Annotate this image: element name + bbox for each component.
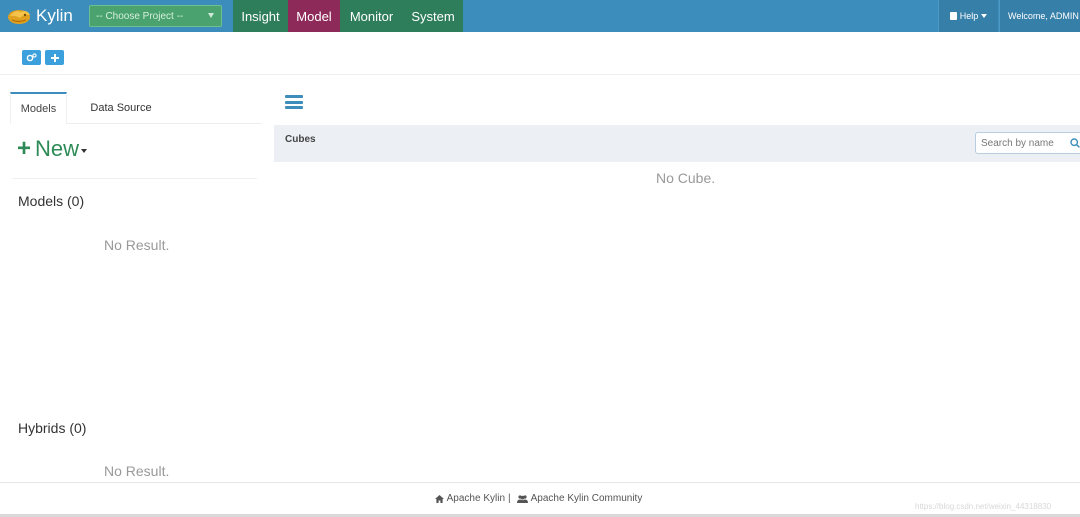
nav-system[interactable]: System — [403, 0, 463, 32]
hamburger-bar — [285, 100, 303, 104]
cubes-header: Cubes — [274, 125, 1080, 162]
search-icon[interactable] — [1070, 138, 1080, 148]
hybrids-section-title: Hybrids (0) — [18, 420, 87, 436]
main-nav: Insight Model Monitor System — [233, 0, 463, 32]
user-menu[interactable]: Welcome, ADMIN — [999, 0, 1080, 32]
top-navbar: Kylin -- Choose Project -- Insight Model… — [0, 0, 1080, 32]
plus-icon: + — [17, 135, 32, 162]
watermark-text: https://blog.csdn.net/weixin_44318830 — [915, 502, 1052, 511]
caret-down-icon — [981, 14, 988, 18]
book-icon — [949, 12, 957, 20]
hybrids-empty-message: No Result. — [104, 463, 170, 479]
menu-toggle-icon[interactable] — [285, 95, 303, 109]
models-section-title: Models (0) — [18, 193, 85, 209]
footer-link-apache-kylin[interactable]: Apache Kylin — [447, 493, 505, 504]
new-button-label: New — [35, 136, 80, 161]
caret-down-icon — [81, 149, 88, 153]
add-button[interactable] — [45, 50, 64, 65]
cube-search — [975, 132, 1080, 154]
project-select-value: -- Choose Project -- — [96, 10, 184, 22]
cubes-empty-message: No Cube. — [656, 170, 716, 186]
hamburger-bar — [285, 106, 303, 109]
model-toolbar — [0, 32, 1080, 75]
brand-logo-link[interactable]: Kylin — [0, 0, 80, 32]
left-tabs: Models Data Source — [10, 92, 262, 124]
footer-link-community[interactable]: Apache Kylin Community — [531, 493, 643, 504]
welcome-text: Welcome, ADMIN — [1008, 11, 1079, 21]
nav-insight[interactable]: Insight — [233, 0, 288, 32]
tab-models[interactable]: Models — [10, 92, 67, 124]
brand-name: Kylin — [36, 6, 73, 25]
models-empty-message: No Result. — [104, 237, 170, 253]
hamburger-bar — [285, 95, 303, 98]
divider — [12, 178, 257, 179]
tab-data-source[interactable]: Data Source — [76, 92, 166, 124]
settings-button[interactable] — [22, 50, 41, 65]
footer-links: Apache Kylin | Apache Kylin Community — [434, 493, 643, 504]
project-select[interactable]: -- Choose Project -- — [89, 5, 222, 27]
nav-monitor[interactable]: Monitor — [340, 0, 403, 32]
users-icon — [516, 494, 528, 503]
plus-icon — [50, 53, 59, 62]
footer-separator: | — [508, 493, 511, 504]
kylin-logo-icon — [8, 10, 30, 24]
new-button[interactable]: + New — [17, 134, 88, 164]
help-label: Help — [959, 11, 979, 21]
chevron-down-icon — [208, 13, 214, 18]
cube-search-input[interactable] — [981, 137, 1061, 149]
home-icon — [434, 494, 444, 503]
help-menu[interactable]: Help — [938, 0, 998, 32]
cubes-title: Cubes — [285, 134, 316, 145]
cogs-icon — [26, 53, 37, 62]
nav-model[interactable]: Model — [288, 0, 340, 32]
